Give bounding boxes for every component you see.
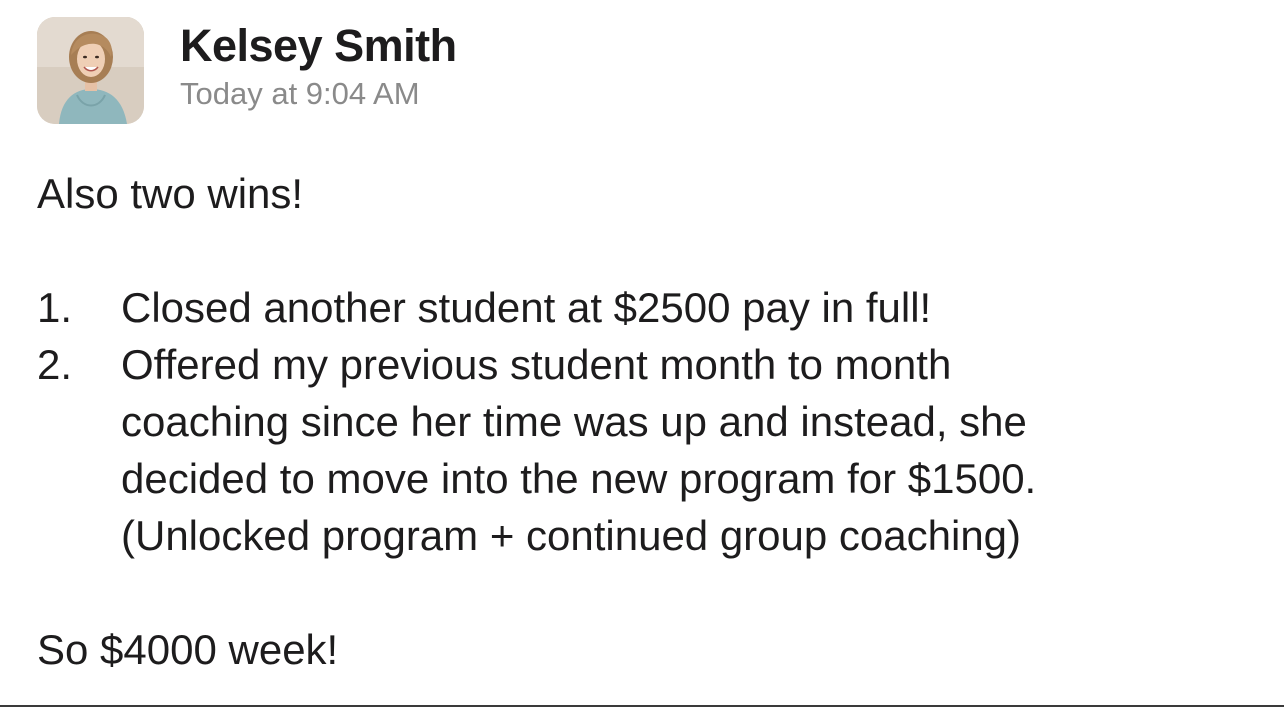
- message-intro: Also two wins!: [37, 170, 304, 217]
- list-item-line: (Unlocked program + continued group coac…: [121, 512, 1022, 559]
- list-item-line: Closed another student at $2500 pay in f…: [121, 284, 932, 331]
- list-number: 2.: [37, 341, 73, 388]
- message-timestamp[interactable]: Today at 9:04 AM: [180, 74, 457, 114]
- list-item-line: coaching since her time was up and inste…: [121, 398, 1027, 445]
- list-item-content: Closed another student at $2500 pay in f…: [121, 279, 1257, 336]
- list-item: 2. Offered my previous student month to …: [37, 336, 1257, 564]
- message-closing: So $4000 week!: [37, 626, 339, 673]
- list-item-content: Offered my previous student month to mon…: [121, 336, 1257, 564]
- author-name[interactable]: Kelsey Smith: [180, 20, 457, 72]
- avatar[interactable]: [37, 17, 144, 124]
- profile-photo-icon: [37, 17, 144, 124]
- message-body: Also two wins! 1. Closed another student…: [37, 165, 1257, 678]
- list-item: 1. Closed another student at $2500 pay i…: [37, 279, 1257, 336]
- message-header: Kelsey Smith Today at 9:04 AM: [180, 20, 457, 114]
- list-item-line: decided to move into the new program for…: [121, 455, 1037, 502]
- list-number: 1.: [37, 284, 73, 331]
- chat-message: Kelsey Smith Today at 9:04 AM Also two w…: [0, 0, 1284, 707]
- list-item-line: Offered my previous student month to mon…: [121, 341, 952, 388]
